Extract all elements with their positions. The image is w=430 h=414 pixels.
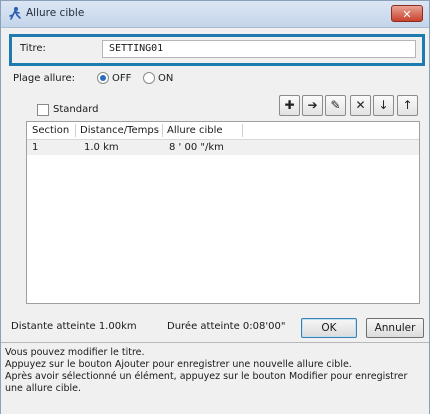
help-line-1: Vous pouvez modifier le titre. xyxy=(5,347,145,358)
ok-button[interactable]: OK xyxy=(301,318,357,338)
insert-button[interactable]: ➔ xyxy=(302,95,323,116)
radio-off-label[interactable]: OFF xyxy=(112,73,131,84)
standard-checkbox[interactable] xyxy=(37,104,49,116)
header-section[interactable]: Section xyxy=(32,125,69,136)
arrow-up-icon: ↑ xyxy=(402,98,413,112)
header-allure-cible[interactable]: Allure cible xyxy=(167,125,223,136)
delete-button[interactable]: ✕ xyxy=(350,95,371,116)
cell-allure-cible: 8 ' 00 "/km xyxy=(169,142,224,153)
summary-bar: Distante atteinte 1.00km Durée atteinte … xyxy=(1,307,429,343)
help-line-4: une allure cible. xyxy=(5,383,81,394)
header-distance-temps[interactable]: Distance/Temps xyxy=(80,125,159,136)
cell-section: 1 xyxy=(32,142,39,153)
radio-on-label[interactable]: ON xyxy=(158,73,173,84)
table-header: Section Distance/Temps Allure cible xyxy=(27,122,419,140)
pencil-icon: ✎ xyxy=(330,98,341,112)
allure-cible-dialog: Allure cible ✕ Titre: SETTING01 Plage al… xyxy=(0,0,430,414)
standard-label[interactable]: Standard xyxy=(53,104,99,115)
distance-atteinte: Distante atteinte 1.00km xyxy=(11,321,137,332)
title-field-group: Titre: SETTING01 xyxy=(9,34,425,66)
help-line-3: Après avoir sélectionné un élément, appu… xyxy=(5,371,408,382)
add-button[interactable]: ✚ xyxy=(279,95,300,116)
close-icon: ✕ xyxy=(402,8,412,21)
plage-allure-label: Plage allure: xyxy=(13,73,76,84)
radio-off[interactable] xyxy=(97,72,109,84)
arrow-right-icon: ➔ xyxy=(307,98,318,112)
allure-table[interactable]: Section Distance/Temps Allure cible 1 1.… xyxy=(26,121,420,304)
radio-on[interactable] xyxy=(143,72,155,84)
cancel-button[interactable]: Annuler xyxy=(366,318,424,338)
title-label: Titre: xyxy=(20,43,46,54)
delete-icon: ✕ xyxy=(355,98,366,112)
table-row[interactable]: 1 1.0 km 8 ' 00 "/km xyxy=(27,140,419,155)
title-input[interactable]: SETTING01 xyxy=(102,40,416,58)
close-button[interactable]: ✕ xyxy=(391,5,423,22)
help-panel: Vous pouvez modifier le titre. Appuyez s… xyxy=(1,342,429,414)
title-bar[interactable]: Allure cible ✕ xyxy=(1,1,429,28)
runner-icon xyxy=(9,7,21,20)
window-title: Allure cible xyxy=(26,7,85,19)
cell-distance-temps: 1.0 km xyxy=(84,142,119,153)
help-line-2: Appuyez sur le bouton Ajouter pour enreg… xyxy=(5,359,352,370)
move-up-button[interactable]: ↑ xyxy=(397,95,418,116)
add-icon: ✚ xyxy=(284,98,295,112)
edit-button[interactable]: ✎ xyxy=(325,95,346,116)
arrow-down-icon: ↓ xyxy=(378,98,389,112)
move-down-button[interactable]: ↓ xyxy=(373,95,394,116)
duree-atteinte: Durée atteinte 0:08'00" xyxy=(167,321,286,332)
